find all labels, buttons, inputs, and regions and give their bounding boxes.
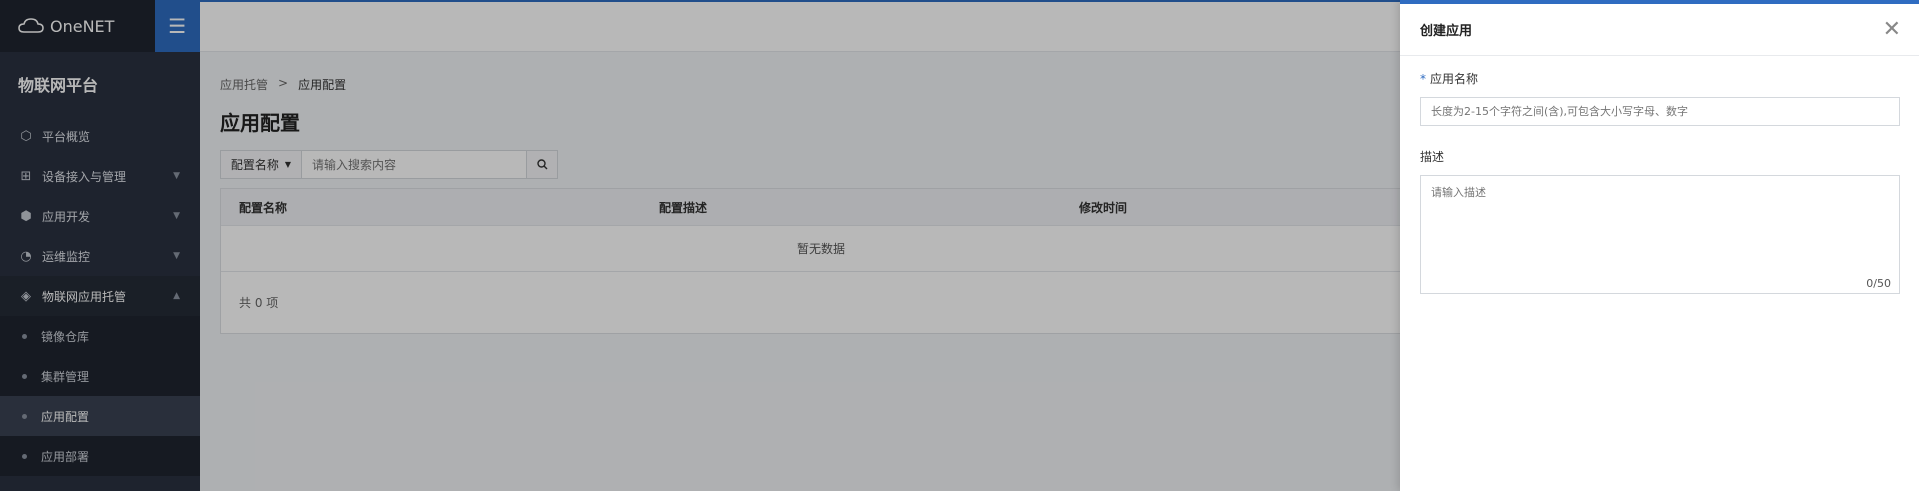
required-mark: * (1420, 71, 1426, 86)
name-label-row: * 应用名称 (1420, 70, 1899, 87)
desc-field: 描述 0/50 (1400, 148, 1919, 294)
name-label: 应用名称 (1430, 72, 1479, 86)
app-name-input[interactable] (1420, 97, 1900, 126)
drawer-title: 创建应用 (1420, 24, 1473, 39)
name-field: * 应用名称 (1400, 70, 1919, 126)
close-icon[interactable]: ✕ (1883, 18, 1901, 41)
create-app-drawer: 创建应用 ✕ * 应用名称 描述 0/50 (1400, 0, 1919, 491)
desc-textarea-wrap: 0/50 (1420, 175, 1900, 294)
desc-label: 描述 (1420, 150, 1445, 164)
description-textarea[interactable] (1421, 176, 1899, 293)
modal-overlay[interactable] (0, 0, 1400, 491)
drawer-header: 创建应用 ✕ (1400, 4, 1919, 56)
char-counter: 0/50 (1866, 277, 1891, 290)
